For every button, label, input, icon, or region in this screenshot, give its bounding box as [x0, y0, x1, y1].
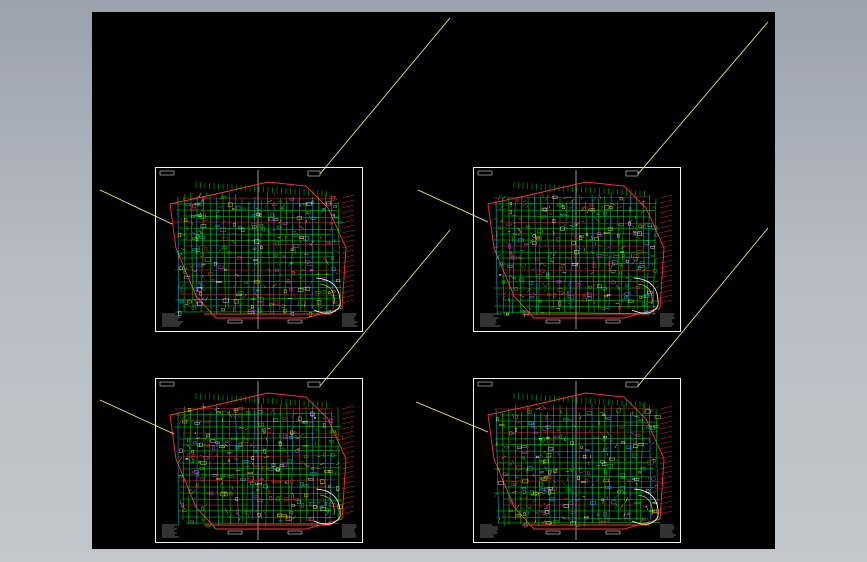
leader-line — [417, 189, 489, 223]
leader-line — [319, 229, 451, 387]
leader-line — [637, 227, 769, 387]
leader-line — [99, 399, 175, 435]
leader-line — [415, 401, 489, 433]
leader-lines — [99, 17, 769, 435]
leader-line — [99, 189, 173, 225]
leader-line — [637, 21, 769, 175]
leader-line — [319, 17, 451, 175]
drawing-canvas[interactable] — [92, 12, 775, 549]
